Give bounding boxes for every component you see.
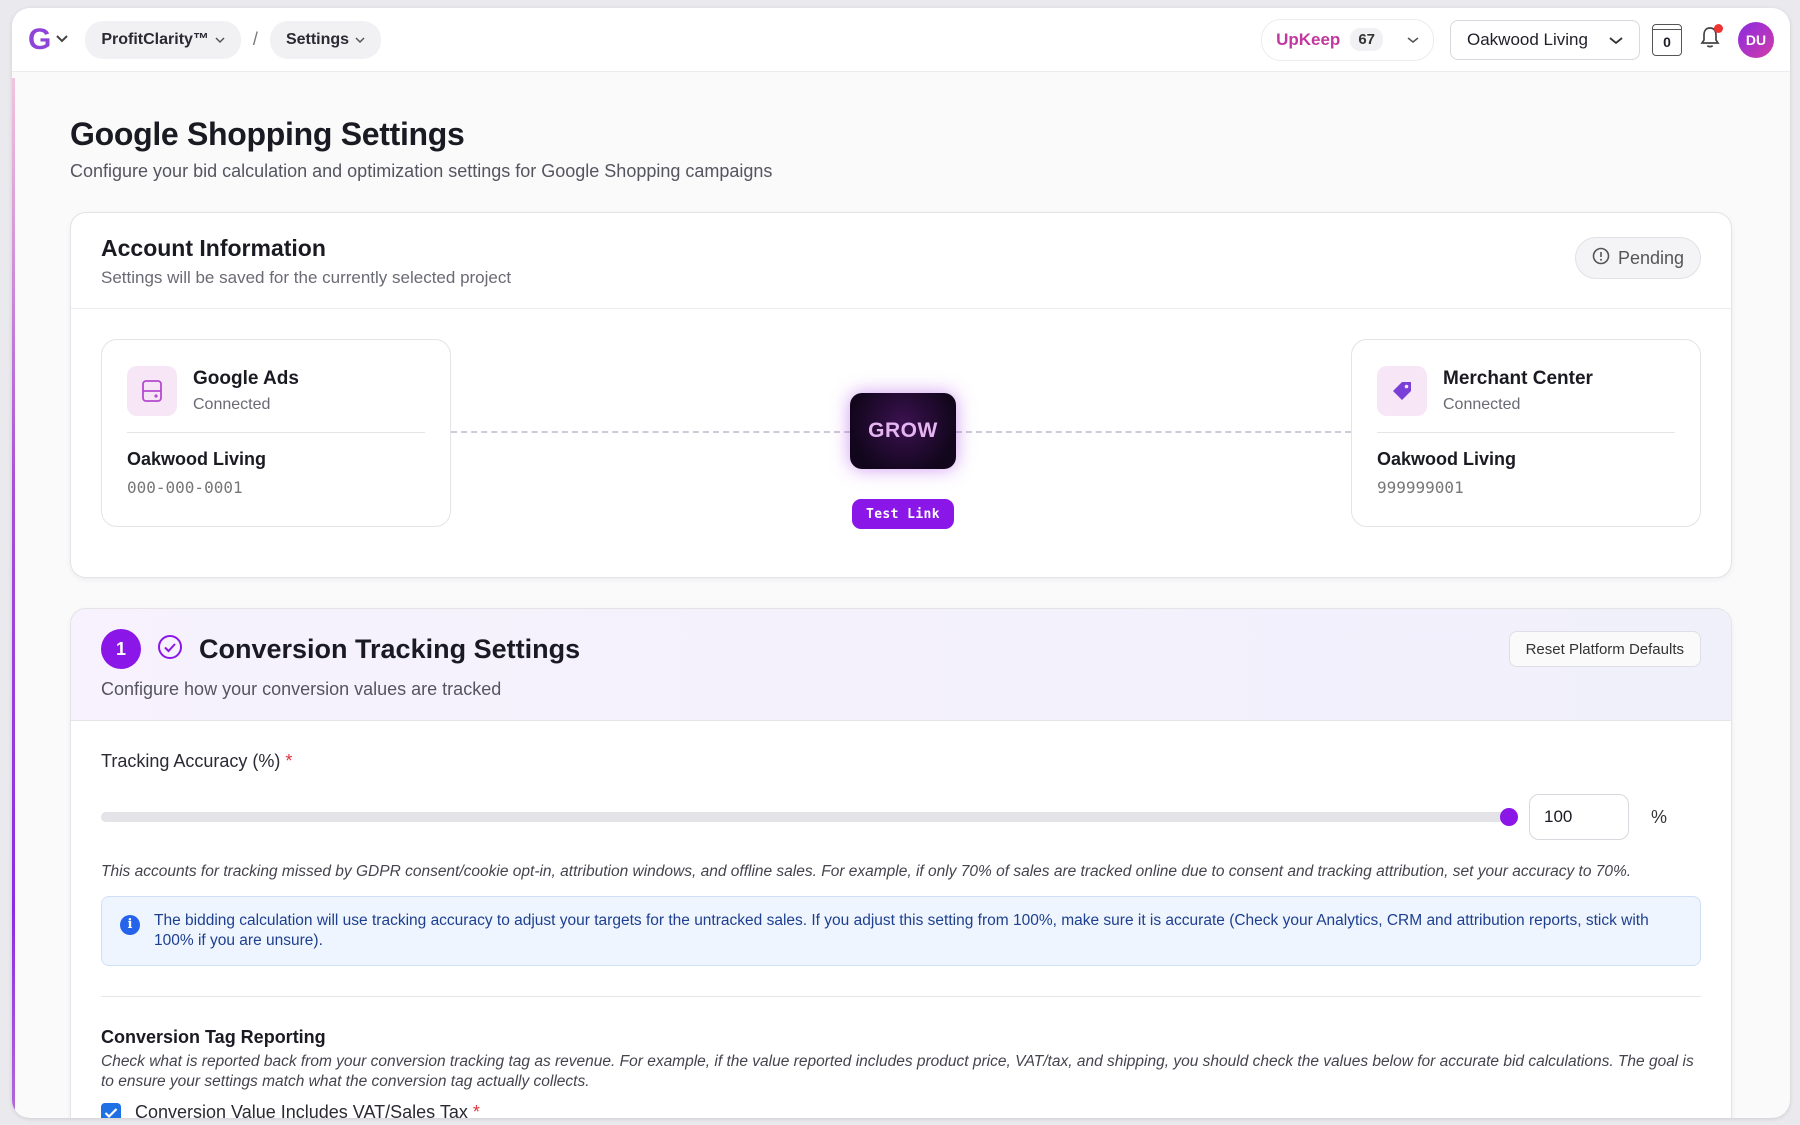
divider xyxy=(101,996,1701,997)
alert-circle-icon xyxy=(1592,247,1610,270)
info-callout-text: The bidding calculation will use trackin… xyxy=(154,912,1649,949)
notifications-button[interactable] xyxy=(1696,23,1724,54)
info-callout: i The bidding calculation will use track… xyxy=(101,896,1701,966)
conversion-title: Conversion Tracking Settings xyxy=(199,633,581,664)
account-information-card: Account Information Settings will be sav… xyxy=(70,212,1732,578)
chevron-down-icon xyxy=(55,33,69,47)
logo: G xyxy=(28,22,52,56)
notification-dot xyxy=(1714,23,1723,33)
google-ads-connection: Google Ads Connected Oakwood Living 000-… xyxy=(101,339,451,527)
avatar[interactable]: DU xyxy=(1738,21,1774,58)
merchant-center-header: Merchant Center Connected xyxy=(1377,366,1675,433)
tracking-accuracy-input[interactable] xyxy=(1529,794,1629,840)
project-select[interactable]: Oakwood Living xyxy=(1450,19,1640,60)
vat-checkbox-row[interactable]: Conversion Value Includes VAT/Sales Tax … xyxy=(101,1102,1701,1118)
left-accent-bar xyxy=(12,78,15,1118)
main-content: Google Shopping Settings Configure your … xyxy=(70,72,1732,1118)
tracking-accuracy-label-text: Tracking Accuracy (%) xyxy=(101,751,281,771)
vat-label-text: Conversion Value Includes VAT/Sales Tax xyxy=(135,1102,468,1118)
conversion-header: 1 Conversion Tracking Settings Configure… xyxy=(71,609,1731,721)
test-link-button[interactable]: Test Link xyxy=(852,499,954,529)
google-ads-account-name: Oakwood Living xyxy=(127,449,267,469)
check-circle-icon xyxy=(157,634,183,665)
conversion-tag-help: Check what is reported back from your co… xyxy=(101,1053,1694,1090)
reset-platform-defaults-button[interactable]: Reset Platform Defaults xyxy=(1508,631,1701,667)
tracking-accuracy-row: % xyxy=(101,794,1701,840)
upkeep-label: UpKeep xyxy=(1276,29,1341,49)
chevron-down-icon xyxy=(1609,30,1623,50)
conversion-body: Tracking Accuracy (%) * % This accounts … xyxy=(71,721,1731,1118)
slider-thumb[interactable] xyxy=(1500,808,1518,826)
merchant-center-name: Merchant Center xyxy=(1443,368,1593,389)
google-ads-icon xyxy=(127,366,177,416)
vat-checkbox-label: Conversion Value Includes VAT/Sales Tax … xyxy=(135,1102,480,1118)
info-icon: i xyxy=(120,915,140,935)
breadcrumb-separator: / xyxy=(252,29,258,49)
page-subtitle: Configure your bid calculation and optim… xyxy=(70,161,773,181)
slider-fill xyxy=(101,812,1509,822)
merchant-center-status: Connected xyxy=(1443,396,1521,413)
tracking-accuracy-slider[interactable] xyxy=(101,808,1518,826)
merchant-center-account-id: 999999001 xyxy=(1377,478,1464,497)
conversion-tracking-card: 1 Conversion Tracking Settings Configure… xyxy=(70,608,1732,1118)
merchant-center-account-name: Oakwood Living xyxy=(1377,449,1517,469)
calendar-icon[interactable]: 0 xyxy=(1652,23,1682,56)
account-header: Account Information Settings will be sav… xyxy=(71,213,1731,309)
app-name: ProfitClarity™ xyxy=(101,30,209,48)
google-ads-name: Google Ads xyxy=(193,368,299,389)
breadcrumb-label: Settings xyxy=(285,30,350,48)
upkeep-count-badge: 67 xyxy=(1350,28,1383,51)
chevron-down-icon xyxy=(215,33,225,47)
merchant-center-connection: Merchant Center Connected Oakwood Living… xyxy=(1351,339,1701,527)
pending-status-badge: Pending xyxy=(1574,237,1701,279)
google-ads-account-id: 000-000-0001 xyxy=(127,478,243,497)
breadcrumb-settings[interactable]: Settings xyxy=(269,20,382,59)
chevron-down-icon xyxy=(1407,33,1419,47)
grow-chip: GROW xyxy=(850,393,956,469)
pending-label: Pending xyxy=(1617,247,1684,268)
project-select-value: Oakwood Living xyxy=(1467,29,1588,49)
required-mark: * xyxy=(285,751,293,771)
page-title: Google Shopping Settings xyxy=(70,116,465,152)
account-subtitle: Settings will be saved for the currently… xyxy=(101,268,512,287)
app-window: G ProfitClarity™ / Settings UpKeep 67 Oa… xyxy=(12,8,1790,1118)
logo-menu[interactable]: G xyxy=(28,23,69,57)
tracking-accuracy-help: This accounts for tracking missed by GDP… xyxy=(101,863,1632,880)
conversion-tag-title: Conversion Tag Reporting xyxy=(101,1027,326,1047)
step-number: 1 xyxy=(101,629,141,669)
chevron-down-icon xyxy=(355,33,365,47)
connection-line-left xyxy=(451,431,850,433)
tracking-accuracy-label: Tracking Accuracy (%) * xyxy=(101,751,1701,772)
connection-line-right xyxy=(956,431,1351,433)
account-title: Account Information xyxy=(101,235,326,261)
required-mark: * xyxy=(472,1102,480,1118)
top-bar: G ProfitClarity™ / Settings UpKeep 67 Oa… xyxy=(12,8,1790,72)
vat-checkbox[interactable] xyxy=(101,1102,121,1118)
calendar-day: 0 xyxy=(1663,33,1671,50)
percent-sign: % xyxy=(1651,806,1668,827)
upkeep-menu[interactable]: UpKeep 67 xyxy=(1261,18,1434,61)
app-switcher[interactable]: ProfitClarity™ xyxy=(85,20,241,59)
google-ads-header: Google Ads Connected xyxy=(127,366,425,433)
tag-icon xyxy=(1377,366,1427,416)
conversion-subtitle: Configure how your conversion values are… xyxy=(101,679,502,699)
google-ads-status: Connected xyxy=(193,396,271,413)
